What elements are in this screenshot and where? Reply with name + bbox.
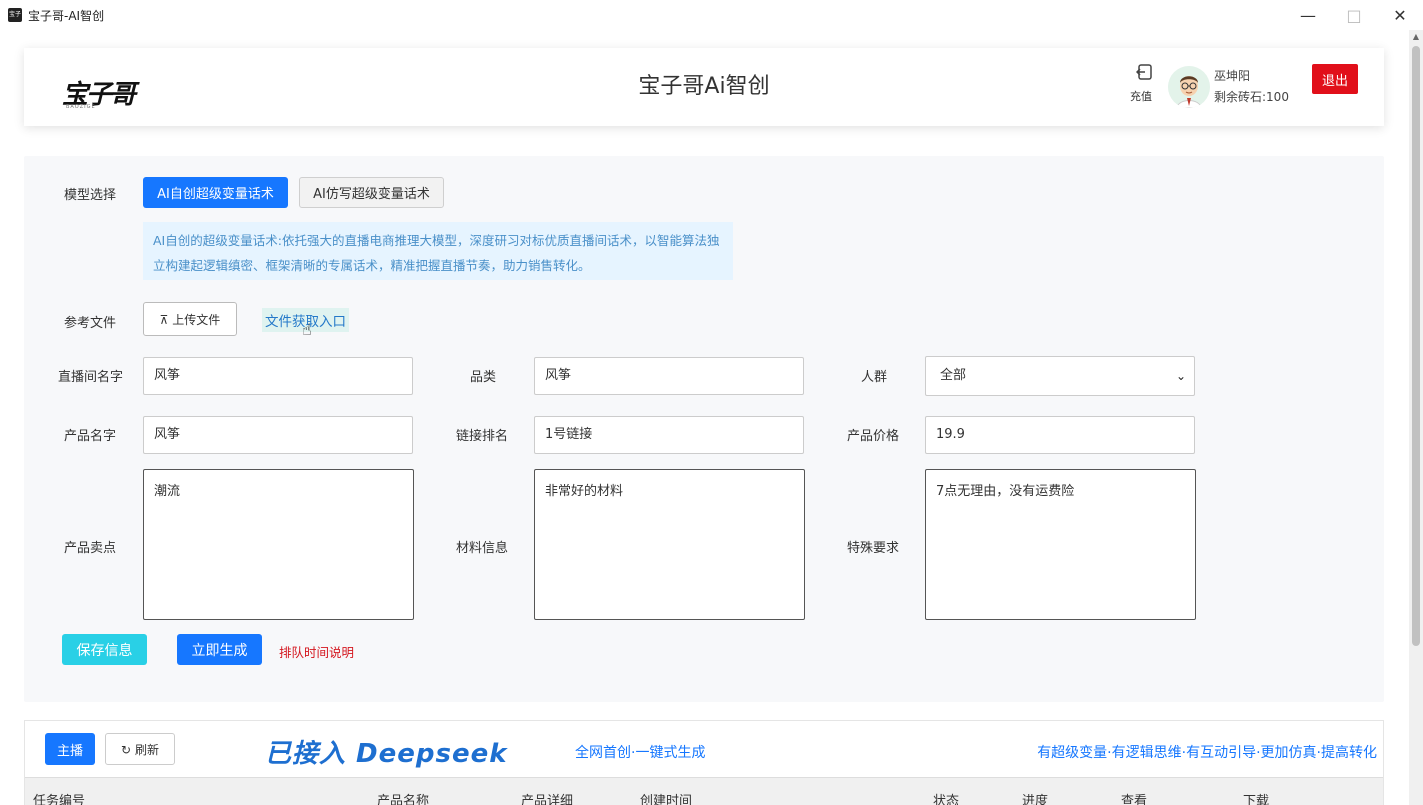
maximize-icon[interactable]: □: [1331, 0, 1377, 30]
upload-file-button[interactable]: ⊼ 上传文件: [143, 302, 237, 336]
slogan-secondary: 有超级变量·有逻辑思维·有互动引导·更加仿真·提高转化: [1037, 745, 1377, 761]
crowd-label: 人群: [861, 370, 888, 385]
live-room-name-input[interactable]: 风筝: [143, 357, 413, 395]
recharge-button[interactable]: 充值: [1130, 64, 1160, 103]
selling-points-label: 产品卖点: [64, 541, 117, 556]
product-price-label: 产品价格: [847, 429, 900, 444]
column-header: 下载: [1243, 794, 1270, 805]
product-price-input[interactable]: 19.9: [925, 416, 1195, 454]
refresh-label: 刷新: [134, 742, 159, 757]
deepseek-banner: 已接入 Deepseek: [265, 739, 508, 769]
live-room-name-label: 直播间名字: [58, 370, 124, 385]
recharge-label: 充值: [1130, 90, 1152, 103]
special-request-label: 特殊要求: [847, 541, 900, 556]
hand-cursor-icon: ☝: [302, 320, 312, 339]
link-rank-label: 链接排名: [456, 429, 509, 444]
material-info-textarea[interactable]: 非常好的材料: [534, 469, 805, 620]
column-header: 任务编号: [33, 794, 86, 805]
refresh-button[interactable]: ↻ 刷新: [105, 733, 175, 765]
slogan-primary: 全网首创·一键式生成: [575, 745, 706, 761]
model-option-ai-imitate[interactable]: AI仿写超级变量话术: [299, 177, 444, 208]
column-header: 进度: [1022, 794, 1049, 805]
product-name-input[interactable]: 风筝: [143, 416, 413, 454]
upload-icon: ⊼: [159, 312, 169, 327]
scroll-thumb[interactable]: [1412, 46, 1420, 646]
product-name-label: 产品名字: [64, 429, 117, 444]
diamond-balance: 剩余砖石:100: [1214, 90, 1289, 104]
generate-now-button[interactable]: 立即生成: [177, 634, 262, 665]
column-header: 状态: [933, 794, 960, 805]
queue-time-link[interactable]: 排队时间说明: [279, 642, 354, 661]
user-name: 巫坤阳: [1214, 69, 1251, 83]
reference-file-label: 参考文件: [64, 316, 117, 331]
special-request-textarea[interactable]: 7点无理由，没有运费险: [925, 469, 1196, 620]
column-header: 查看: [1121, 794, 1148, 805]
app-icon: 宝子: [8, 8, 22, 22]
task-panel: 主播 ↻ 刷新 已接入 Deepseek 全网首创·一键式生成 有超级变量·有逻…: [24, 720, 1384, 805]
task-table-header: 任务编号 产品名称 产品详细 创建时间 状态 进度 查看 下载: [25, 777, 1383, 805]
category-input[interactable]: 风筝: [534, 357, 804, 395]
window-title: 宝子哥-AI智创: [28, 8, 105, 23]
chevron-down-icon: ⌄: [1175, 369, 1186, 383]
selling-points-textarea[interactable]: 潮流: [143, 469, 414, 620]
form-panel: 模型选择 AI自创超级变量话术 AI仿写超级变量话术 AI自创的超级变量话术:依…: [24, 156, 1384, 702]
column-header: 创建时间: [640, 794, 693, 805]
crowd-selected-value: 全部: [940, 368, 967, 383]
category-label: 品类: [470, 370, 497, 385]
upload-label: 上传文件: [172, 312, 221, 327]
anchor-tab-button[interactable]: 主播: [45, 733, 95, 765]
column-header: 产品详细: [521, 794, 574, 805]
model-description: AI自创的超级变量话术:依托强大的直播电商推理大模型，深度研习对标优质直播间话术…: [143, 222, 733, 280]
material-info-label: 材料信息: [456, 541, 509, 556]
avatar[interactable]: [1168, 66, 1210, 108]
save-info-button[interactable]: 保存信息: [62, 634, 147, 665]
column-header: 产品名称: [377, 794, 430, 805]
recharge-icon: [1130, 64, 1160, 84]
window-titlebar: 宝子 宝子哥-AI智创 — □ ✕: [0, 0, 1423, 30]
minimize-icon[interactable]: —: [1285, 0, 1331, 30]
vertical-scrollbar[interactable]: ▲: [1409, 30, 1423, 805]
close-icon[interactable]: ✕: [1377, 0, 1423, 30]
logo-subtitle: BAOZIGE: [66, 104, 96, 110]
scroll-up-icon[interactable]: ▲: [1409, 30, 1423, 44]
window-controls: — □ ✕: [1285, 0, 1423, 30]
model-select-label: 模型选择: [64, 188, 117, 203]
app-header: 宝子哥 BAOZIGE 宝子哥Ai智创 充值 巫坤阳 剩余砖石:100 退出: [24, 48, 1384, 126]
model-option-ai-create[interactable]: AI自创超级变量话术: [143, 177, 288, 208]
logout-button[interactable]: 退出: [1312, 64, 1358, 94]
refresh-icon: ↻: [121, 742, 132, 757]
crowd-select[interactable]: 全部 ⌄: [925, 356, 1195, 396]
link-rank-input[interactable]: 1号链接: [534, 416, 804, 454]
